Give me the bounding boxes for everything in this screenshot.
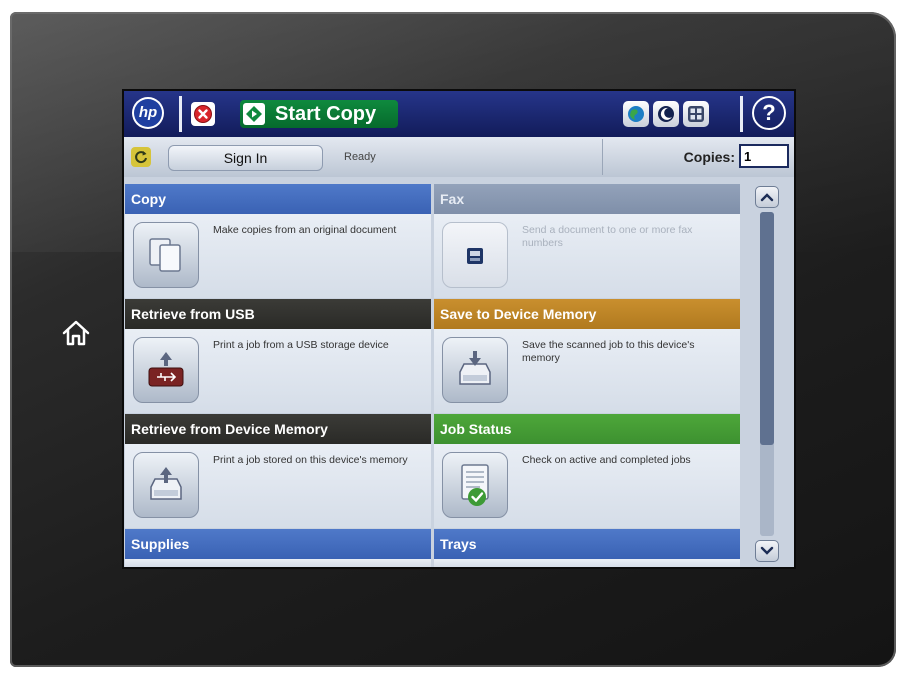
start-copy-button[interactable]: Start Copy xyxy=(240,100,398,128)
copies-input[interactable]: 1 xyxy=(739,144,789,168)
tile-description: Send a document to one or more fax numbe… xyxy=(522,224,693,249)
language-button[interactable] xyxy=(623,101,649,127)
tile-body: Save the scanned job to this device's me… xyxy=(434,329,740,413)
tile-title: Trays xyxy=(434,529,740,559)
tile-body: Check on active and completed jobs xyxy=(434,444,740,528)
tile-description: Print a job from a USB storage device xyxy=(213,339,389,351)
copy-icon xyxy=(133,222,199,288)
copies-label: Copies: xyxy=(683,149,735,165)
tile-body xyxy=(434,559,740,567)
tile-body: Print a job from a USB storage device xyxy=(125,329,431,413)
scrollbar[interactable] xyxy=(752,186,782,562)
job-status-icon xyxy=(442,452,508,518)
scroll-down-button[interactable] xyxy=(755,540,779,562)
tile-title: Save to Device Memory xyxy=(434,299,740,329)
stop-button[interactable] xyxy=(191,102,215,126)
start-copy-label: Start Copy xyxy=(275,102,377,125)
tile-body: Send a document to one or more fax numbe… xyxy=(434,214,740,298)
save-drive-icon xyxy=(442,337,508,403)
tile-title: Job Status xyxy=(434,414,740,444)
tile-title: Retrieve from Device Memory xyxy=(125,414,431,444)
tile-trays[interactable]: Trays xyxy=(434,529,740,567)
status-bar: Sign In Ready Copies: 1 xyxy=(124,137,794,177)
tile-body: Print a job stored on this device's memo… xyxy=(125,444,431,528)
tile-title: Supplies xyxy=(125,529,431,559)
control-panel-screen: hp Start Copy ? Sign In Ready Copies: 1 … xyxy=(124,91,794,567)
hp-logo: hp xyxy=(132,97,164,129)
home-icon xyxy=(62,320,90,346)
network-button[interactable] xyxy=(683,101,709,127)
tile-title: Fax xyxy=(434,184,740,214)
scroll-track[interactable] xyxy=(760,212,774,536)
help-icon: ? xyxy=(762,100,776,125)
sleep-icon xyxy=(658,106,674,122)
top-bar-divider xyxy=(740,96,743,132)
chevron-up-icon xyxy=(760,193,774,202)
globe-icon xyxy=(628,106,644,122)
tile-job-status[interactable]: Job Status Check on active and completed… xyxy=(434,414,740,528)
tile-title: Copy xyxy=(125,184,431,214)
scroll-up-button[interactable] xyxy=(755,186,779,208)
retrieve-drive-icon xyxy=(133,452,199,518)
tile-copy[interactable]: Copy Make copies from an original docume… xyxy=(125,184,431,298)
tile-fax[interactable]: Fax Send a document to one or more fax n… xyxy=(434,184,740,298)
start-icon xyxy=(243,103,265,125)
stop-icon xyxy=(194,105,212,123)
tile-title: Retrieve from USB xyxy=(125,299,431,329)
sign-in-button[interactable]: Sign In xyxy=(168,145,323,171)
fax-icon xyxy=(442,222,508,288)
tile-body: Make copies from an original document xyxy=(125,214,431,298)
top-bar: hp Start Copy ? xyxy=(124,91,794,137)
usb-icon xyxy=(133,337,199,403)
home-button[interactable] xyxy=(58,315,94,351)
tile-description: Make copies from an original document xyxy=(213,224,397,236)
refresh-icon xyxy=(135,151,147,164)
tile-description: Save the scanned job to this device's me… xyxy=(522,339,695,364)
tile-retrieve-device-memory[interactable]: Retrieve from Device Memory Print a job … xyxy=(125,414,431,528)
status-text: Ready xyxy=(344,151,376,163)
tile-retrieve-usb[interactable]: Retrieve from USB Print a job from a USB… xyxy=(125,299,431,413)
copies-area: Copies: 1 xyxy=(602,139,794,175)
tile-description: Check on active and completed jobs xyxy=(522,454,691,466)
tile-description: Print a job stored on this device's memo… xyxy=(213,454,408,466)
sleep-button[interactable] xyxy=(653,101,679,127)
top-bar-divider xyxy=(179,96,182,132)
scroll-thumb[interactable] xyxy=(760,212,774,445)
tile-save-device-memory[interactable]: Save to Device Memory Save the scanned j… xyxy=(434,299,740,413)
chevron-down-icon xyxy=(760,546,774,555)
refresh-button[interactable] xyxy=(131,147,151,167)
help-button[interactable]: ? xyxy=(752,96,786,130)
tile-supplies[interactable]: Supplies xyxy=(125,529,431,567)
network-icon xyxy=(688,106,704,122)
tile-body xyxy=(125,559,431,567)
